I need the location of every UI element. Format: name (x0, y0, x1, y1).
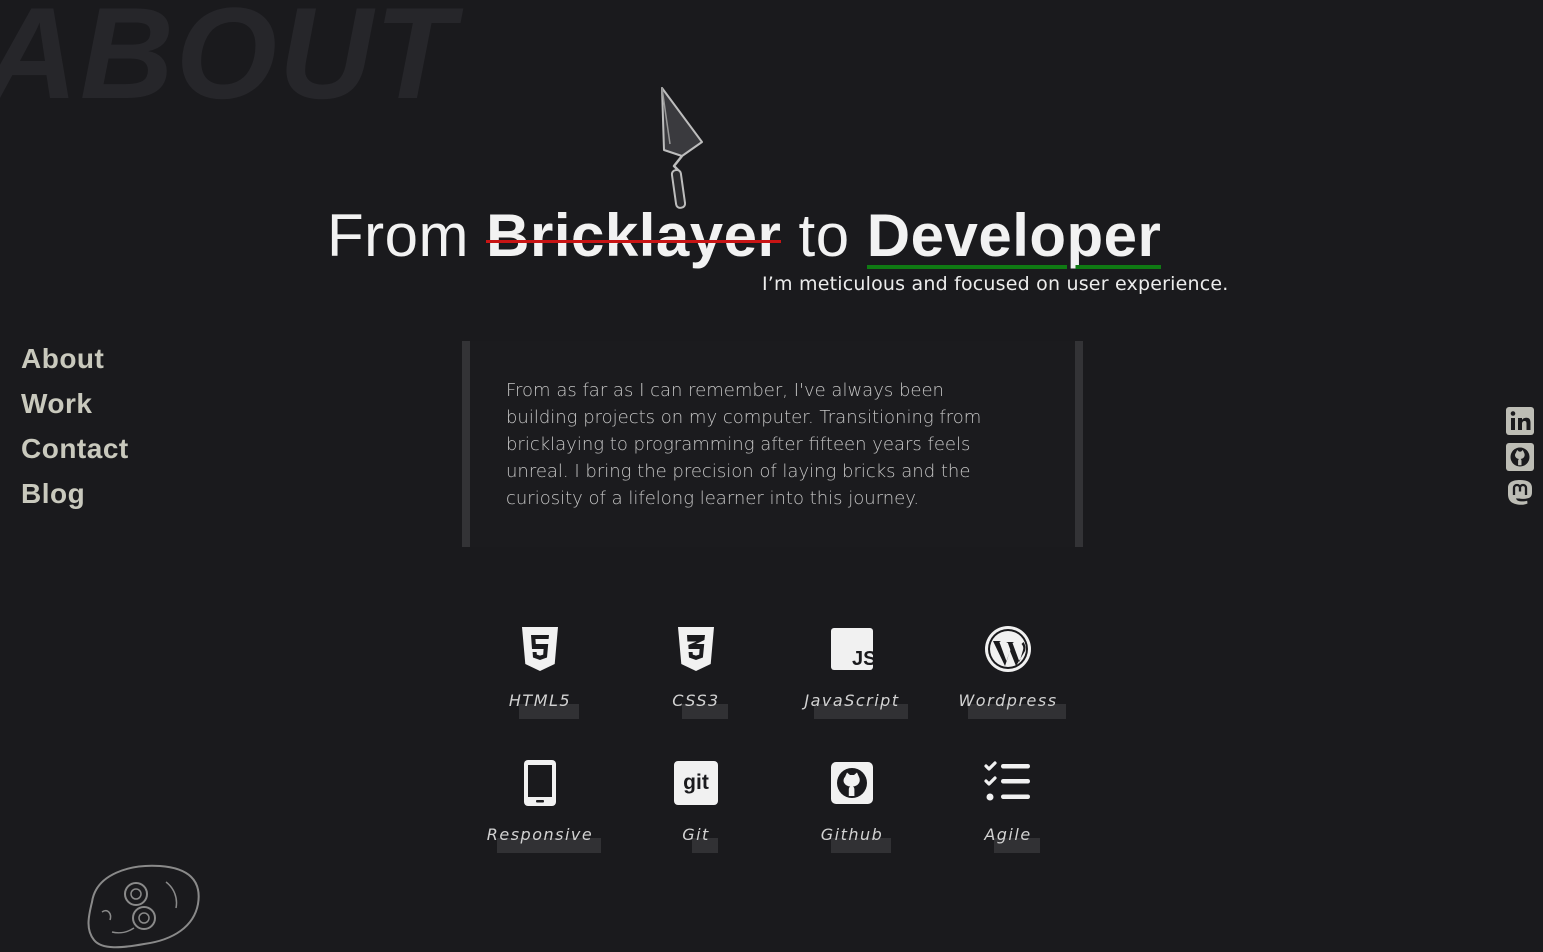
skill-git: git Git (618, 759, 774, 853)
social-links (1505, 406, 1535, 514)
skill-javascript: JS JavaScript (774, 625, 930, 719)
skill-label: Git (682, 825, 718, 853)
skill-css3: CSS3 (618, 625, 774, 719)
hero-from: From (327, 202, 469, 269)
wordpress-icon (985, 626, 1031, 672)
skill-label: Agile (984, 825, 1041, 853)
css3-icon (678, 627, 714, 671)
nav-work[interactable]: Work (21, 381, 129, 426)
svg-text:JS: JS (852, 648, 876, 670)
background-about-word: ABOUT (0, 0, 457, 126)
bio-text: From as far as I can remember, I've alwa… (506, 380, 982, 509)
hero-bricklayer: Bricklayer (486, 202, 782, 269)
skill-label: Github (820, 825, 891, 853)
skill-label: HTML5 (508, 691, 580, 719)
skill-responsive: Responsive (462, 759, 618, 853)
hero-headline: From Bricklayer to Developer (327, 200, 1161, 272)
hero-tagline: I’m meticulous and focused on user exper… (762, 273, 1229, 295)
git-icon: git (674, 761, 718, 805)
hero-to: to (798, 202, 850, 269)
skill-html5: HTML5 (462, 625, 618, 719)
nav-contact[interactable]: Contact (21, 426, 129, 471)
github-icon (831, 762, 873, 804)
skill-github: Github (774, 759, 930, 853)
mastodon-icon[interactable] (1505, 478, 1535, 508)
nav-about[interactable]: About (21, 336, 129, 381)
checklist-icon (984, 761, 1030, 801)
trowel-icon (661, 87, 703, 209)
github-icon[interactable] (1505, 442, 1535, 472)
skill-label: JavaScript (804, 691, 908, 719)
skill-label: Responsive (486, 825, 602, 853)
svg-text:git: git (683, 771, 709, 794)
hero-developer: Developer (866, 202, 1162, 269)
html5-icon (522, 627, 558, 671)
linkedin-icon[interactable] (1505, 406, 1535, 436)
skill-label: CSS3 (672, 691, 729, 719)
nav-blog[interactable]: Blog (21, 471, 129, 516)
javascript-icon: JS (831, 628, 876, 670)
skill-agile: Agile (930, 759, 1086, 853)
mobile-icon (524, 760, 556, 806)
bio-card: From as far as I can remember, I've alwa… (462, 341, 1083, 547)
main-nav: About Work Contact Blog (21, 336, 129, 516)
avatar-sketch (87, 864, 200, 949)
skill-label: Wordpress (958, 691, 1066, 719)
skill-wordpress: Wordpress (930, 625, 1086, 719)
